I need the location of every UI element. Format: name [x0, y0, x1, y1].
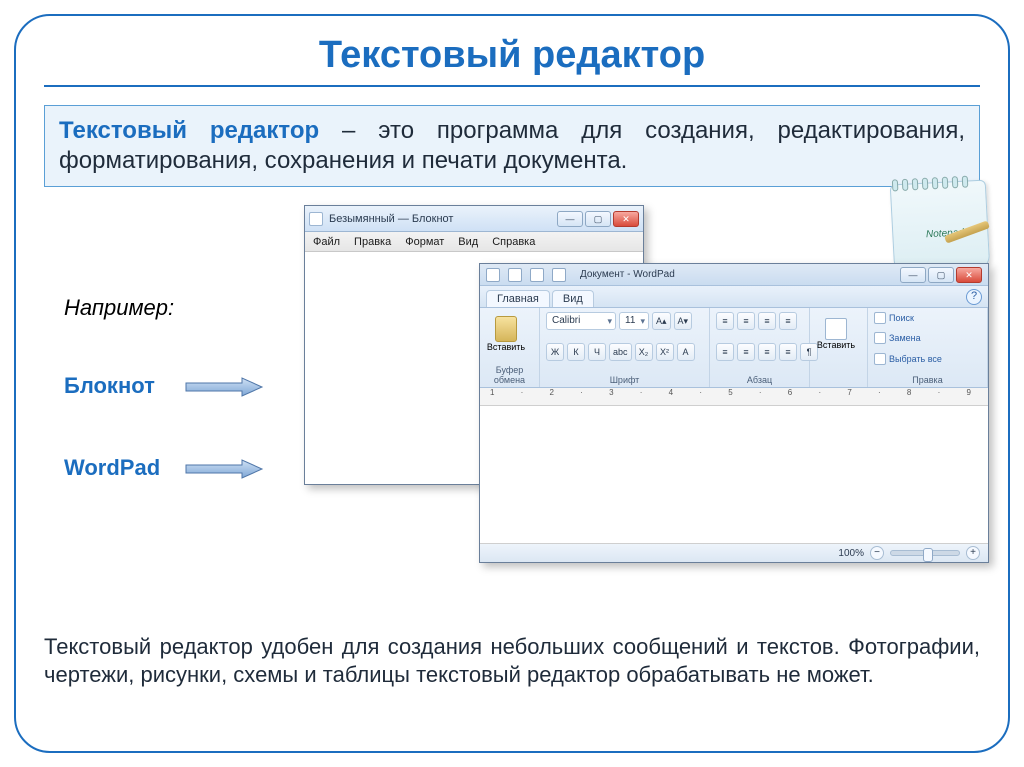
- menu-help[interactable]: Справка: [492, 236, 535, 248]
- undo-icon[interactable]: [530, 268, 544, 282]
- group-label-insert: [816, 375, 861, 385]
- grow-font-button[interactable]: A▴: [652, 312, 671, 330]
- insert-button[interactable]: Вставить: [816, 312, 856, 356]
- slide-title: Текстовый редактор: [44, 34, 980, 77]
- minimize-button[interactable]: —: [900, 267, 926, 283]
- maximize-button[interactable]: ▢: [585, 211, 611, 227]
- bold-button[interactable]: Ж: [546, 343, 564, 361]
- align-justify-button[interactable]: ≡: [779, 343, 797, 361]
- wordpad-status-bar: 100% − +: [480, 544, 988, 562]
- tab-view[interactable]: Вид: [552, 290, 594, 307]
- redo-icon[interactable]: [552, 268, 566, 282]
- wordpad-quick-access[interactable]: Документ - WordPad — ▢ ✕: [480, 264, 988, 286]
- slide-frame: Текстовый редактор Текстовый редактор – …: [14, 14, 1010, 753]
- example-heading: Например:: [64, 295, 174, 321]
- group-label-clipboard: Буфер обмена: [486, 365, 533, 385]
- zoom-slider[interactable]: [890, 550, 960, 556]
- definition-box: Текстовый редактор – это программа для с…: [44, 105, 980, 187]
- title-underline: [44, 85, 980, 87]
- replace-icon: [874, 332, 886, 344]
- line-spacing-button[interactable]: ≡: [779, 312, 797, 330]
- wordpad-title: Документ - WordPad: [580, 269, 675, 280]
- arrow-to-notepad-icon: [184, 377, 264, 397]
- example-notepad-label: Блокнот: [64, 373, 155, 399]
- close-button[interactable]: ✕: [956, 267, 982, 283]
- ribbon-group-paragraph: ≡ ≡ ≡ ≡ ≡ ≡ ≡ ≡ ¶ Абзац: [710, 308, 810, 387]
- wordpad-tabs: Главная Вид ?: [480, 286, 988, 308]
- align-center-button[interactable]: ≡: [737, 343, 755, 361]
- strike-button[interactable]: abc: [609, 343, 632, 361]
- select-all-icon: [874, 353, 886, 365]
- paste-label: Вставить: [487, 342, 525, 352]
- increase-indent-button[interactable]: ≡: [737, 312, 755, 330]
- font-size-select[interactable]: 11: [619, 312, 649, 330]
- help-icon[interactable]: ?: [966, 289, 982, 305]
- underline-button[interactable]: Ч: [588, 343, 606, 361]
- maximize-button[interactable]: ▢: [928, 267, 954, 283]
- menu-file[interactable]: Файл: [313, 236, 340, 248]
- wordpad-ribbon: Вставить Буфер обмена Calibri 11 A▴ A▾ Ж…: [480, 308, 988, 388]
- ribbon-group-clipboard: Вставить Буфер обмена: [480, 308, 540, 387]
- ribbon-group-editing: Поиск Замена Выбрать все Правка: [868, 308, 988, 387]
- definition-term: Текстовый редактор: [59, 117, 319, 144]
- zoom-value: 100%: [838, 548, 864, 559]
- notepad-title: Безымянный — Блокнот: [329, 213, 453, 225]
- font-name-select[interactable]: Calibri: [546, 312, 616, 330]
- superscript-button[interactable]: X²: [656, 343, 674, 361]
- clipboard-icon: [495, 316, 517, 342]
- subscript-button[interactable]: X₂: [635, 343, 653, 361]
- app-icon: [486, 268, 500, 282]
- notepad-menu-bar[interactable]: Файл Правка Формат Вид Справка: [305, 232, 643, 252]
- menu-format[interactable]: Формат: [405, 236, 444, 248]
- tab-home[interactable]: Главная: [486, 290, 550, 307]
- wordpad-text-area[interactable]: [480, 406, 988, 544]
- bottom-paragraph: Текстовый редактор удобен для создания н…: [44, 633, 980, 688]
- align-left-button[interactable]: ≡: [716, 343, 734, 361]
- save-icon[interactable]: [508, 268, 522, 282]
- ribbon-group-insert: Вставить: [810, 308, 868, 387]
- close-button[interactable]: ✕: [613, 211, 639, 227]
- search-icon: [874, 312, 886, 324]
- zoom-out-button[interactable]: −: [870, 546, 884, 560]
- document-icon: [309, 212, 323, 226]
- select-all-button[interactable]: Выбрать все: [874, 353, 981, 365]
- paste-button[interactable]: Вставить: [486, 312, 526, 356]
- arrow-to-wordpad-icon: [184, 459, 264, 479]
- wordpad-window: Документ - WordPad — ▢ ✕ Главная Вид ? В…: [479, 263, 989, 563]
- group-label-paragraph: Абзац: [716, 375, 803, 385]
- shrink-font-button[interactable]: A▾: [674, 312, 693, 330]
- notepad-titlebar[interactable]: Безымянный — Блокнот — ▢ ✕: [305, 206, 643, 232]
- ribbon-group-font: Calibri 11 A▴ A▾ Ж К Ч abc X₂ X² A Шр: [540, 308, 710, 387]
- minimize-button[interactable]: —: [557, 211, 583, 227]
- picture-icon: [825, 318, 847, 340]
- example-wordpad-label: WordPad: [64, 455, 160, 481]
- menu-edit[interactable]: Правка: [354, 236, 391, 248]
- decrease-indent-button[interactable]: ≡: [716, 312, 734, 330]
- body-area: Например: Блокнот WordPad Безымянный — Б…: [44, 205, 980, 625]
- find-button[interactable]: Поиск: [874, 312, 981, 324]
- menu-view[interactable]: Вид: [458, 236, 478, 248]
- insert-label: Вставить: [817, 340, 855, 350]
- bullets-button[interactable]: ≡: [758, 312, 776, 330]
- font-color-button[interactable]: A: [677, 343, 695, 361]
- replace-button[interactable]: Замена: [874, 332, 981, 344]
- wordpad-ruler[interactable]: 1 · 2 · 3 · 4 · 5 · 6 · 7 · 8 · 9 · 10 ·…: [480, 388, 988, 406]
- italic-button[interactable]: К: [567, 343, 585, 361]
- align-right-button[interactable]: ≡: [758, 343, 776, 361]
- group-label-editing: Правка: [874, 375, 981, 385]
- group-label-font: Шрифт: [546, 375, 703, 385]
- zoom-in-button[interactable]: +: [966, 546, 980, 560]
